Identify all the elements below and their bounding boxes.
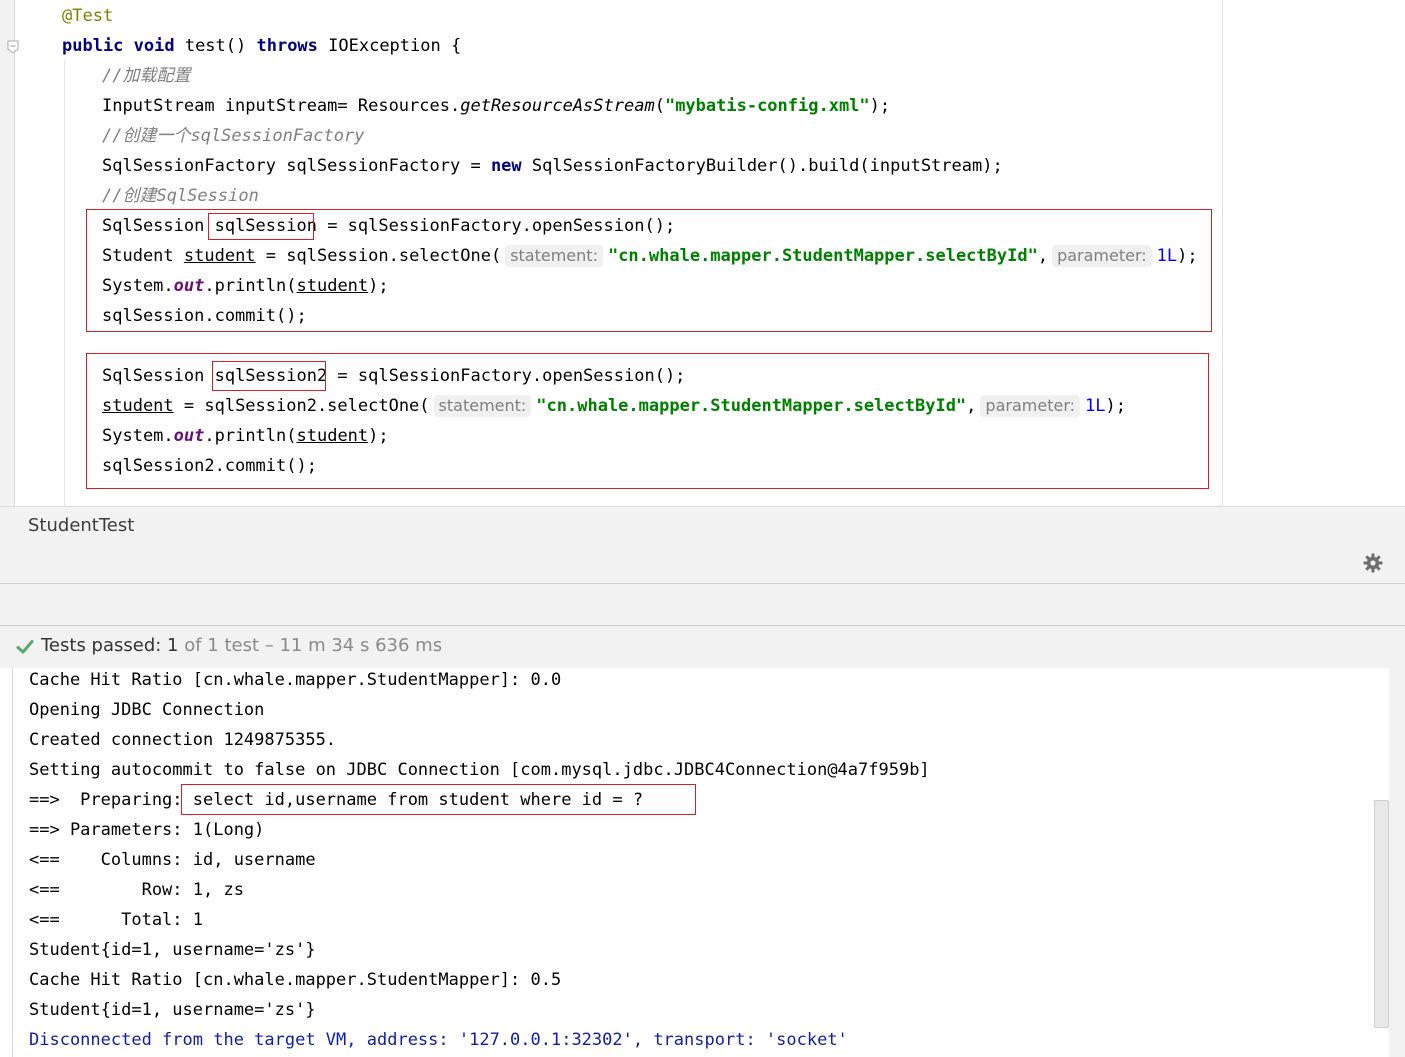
code-token: SqlSessionFactory sqlSessionFactory = xyxy=(102,156,491,176)
test-status-bar: Tests passed: 1 of 1 test – 11 m 34 s 63… xyxy=(0,626,1405,668)
check-icon xyxy=(16,640,34,654)
console-output[interactable]: Cache Hit Ratio [cn.whale.mapper.Student… xyxy=(12,668,1390,1057)
right-tool-strip xyxy=(1389,668,1405,1057)
code-token: new xyxy=(490,156,532,176)
console-line: <== Row: 1, zs xyxy=(29,880,244,900)
console-line: Student{id=1, username='zs'} xyxy=(29,1000,316,1020)
test-status-text: Tests passed: 1 of 1 test – 11 m 34 s 63… xyxy=(41,635,442,656)
console-line: Cache Hit Ratio [cn.whale.mapper.Student… xyxy=(29,670,562,690)
code-token: //加载配置 xyxy=(102,66,191,86)
code-editor[interactable]: @Test public void test() throws IOExcepti… xyxy=(0,0,1405,506)
code-token: "mybatis-config.xml" xyxy=(664,96,870,116)
code-token: public void xyxy=(62,36,185,56)
console-line: Cache Hit Ratio [cn.whale.mapper.Student… xyxy=(29,970,562,990)
code-token: getResourceAsStream xyxy=(460,96,655,116)
highlight-box-sqlsession2-var xyxy=(212,361,326,391)
code-token: //创建SqlSession xyxy=(102,186,259,206)
run-toolbar xyxy=(0,544,1405,584)
code-token: throws xyxy=(256,36,329,56)
test-summary: of 1 test – 11 m 34 s 636 ms xyxy=(178,635,443,656)
console-line: Opening JDBC Connection xyxy=(29,700,265,720)
code-line[interactable]: InputStream inputStream= Resources.getRe… xyxy=(102,91,890,121)
code-line[interactable]: @Test xyxy=(62,1,113,31)
run-tab-title[interactable]: StudentTest xyxy=(28,515,134,536)
code-token: //创建一个sqlSessionFactory xyxy=(102,126,365,146)
code-token: test() xyxy=(184,36,257,56)
code-token: IOException { xyxy=(328,36,462,56)
console-line: ==> Parameters: 1(Long) xyxy=(29,820,265,840)
console-line: <== Columns: id, username xyxy=(29,850,316,870)
console-scrollbar[interactable] xyxy=(1374,800,1389,1028)
code-line[interactable]: //创建SqlSession xyxy=(102,181,259,211)
code-token: @Test xyxy=(62,6,114,26)
console-line: Disconnected from the target VM, address… xyxy=(29,1030,848,1050)
code-line[interactable]: public void test() throws IOException { xyxy=(62,31,461,61)
code-line[interactable]: //创建一个sqlSessionFactory xyxy=(102,121,364,151)
console-line: Setting autocommit to false on JDBC Conn… xyxy=(29,760,930,780)
console-line: <== Total: 1 xyxy=(29,910,203,930)
code-line[interactable]: //加载配置 xyxy=(102,61,190,91)
highlight-box-sqlsession-var xyxy=(208,213,314,240)
passed-count: 1 xyxy=(167,635,179,656)
code-token: ( xyxy=(654,96,665,116)
highlight-box-sql-statement xyxy=(181,784,696,815)
code-token: SqlSessionFactoryBuilder().build(inputSt… xyxy=(531,156,1003,176)
gear-icon[interactable] xyxy=(1363,553,1383,573)
right-margin-guide xyxy=(1222,0,1223,506)
code-line[interactable]: SqlSessionFactory sqlSessionFactory = ne… xyxy=(102,151,1003,181)
code-token: ); xyxy=(869,96,891,116)
console-line: Created connection 1249875355. xyxy=(29,730,337,750)
code-token: InputStream inputStream= Resources. xyxy=(102,96,461,116)
passed-label: Tests passed: xyxy=(41,635,168,656)
indent-guide xyxy=(64,60,65,506)
run-tool-window-header: StudentTest xyxy=(0,506,1405,545)
console-line: Student{id=1, username='zs'} xyxy=(29,940,316,960)
fold-marker-icon[interactable] xyxy=(7,40,19,54)
test-results-toolbar xyxy=(0,584,1405,626)
editor-gutter xyxy=(0,0,19,506)
